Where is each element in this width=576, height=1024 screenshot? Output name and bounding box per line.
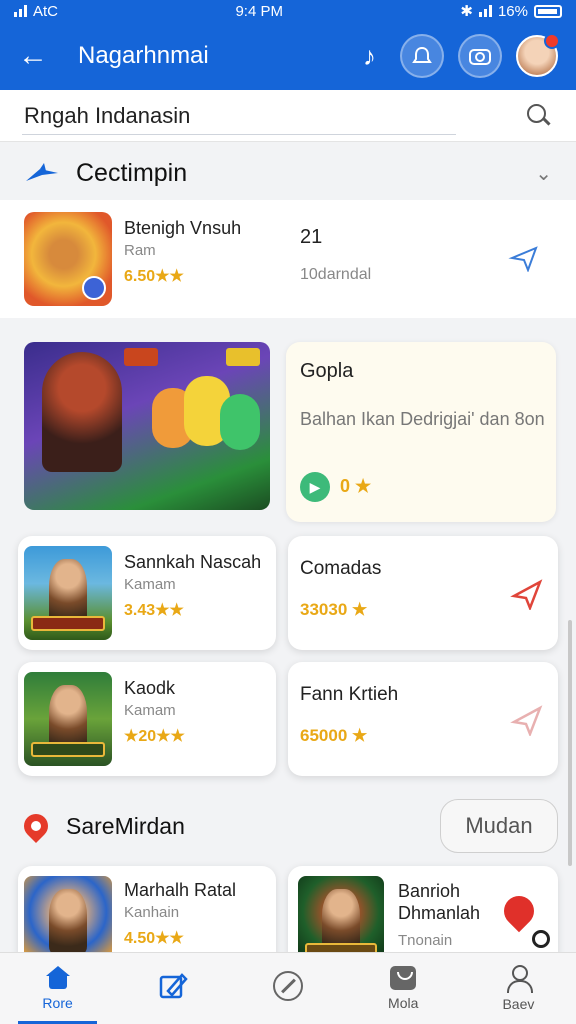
bell-icon[interactable] bbox=[400, 34, 444, 78]
search-input[interactable] bbox=[24, 102, 526, 129]
nav-home[interactable]: Rore bbox=[0, 953, 115, 1024]
game-thumbnail bbox=[24, 672, 112, 766]
game-name: Sannkah Nascah bbox=[124, 552, 262, 572]
clock: 9:4 PM bbox=[235, 2, 283, 20]
badge bbox=[226, 348, 260, 366]
game-thumbnail bbox=[24, 546, 112, 640]
more-button[interactable]: Mudan bbox=[440, 799, 558, 853]
app-subtitle: Ram bbox=[124, 242, 156, 259]
game-thumbnail bbox=[298, 876, 384, 952]
page-title: Nagarhnmai bbox=[78, 42, 209, 69]
carrier-label: AtC bbox=[33, 2, 59, 20]
avatar[interactable] bbox=[516, 33, 560, 77]
recommend-header: SareMirdan Mudan bbox=[19, 798, 558, 854]
featured-card[interactable]: Gopla Balhan Ikan Dedrigjai' dan 8on ▶ 0… bbox=[286, 342, 556, 522]
nav-profile[interactable]: Baev bbox=[461, 953, 576, 1024]
app-count: 21 bbox=[300, 226, 323, 248]
edit-icon bbox=[159, 973, 188, 999]
featured-description: Balhan Ikan Dedrigjai' dan 8on bbox=[300, 409, 545, 429]
nav-label: Rore bbox=[42, 995, 73, 1011]
compass-icon bbox=[273, 971, 303, 1001]
featured-rating: 0 ★ bbox=[340, 476, 372, 496]
section-header[interactable]: Cectimpin ⌄ bbox=[0, 146, 576, 200]
game-card[interactable]: Fann Krtieh 65000 ★ bbox=[288, 662, 558, 776]
battery-icon bbox=[534, 4, 562, 18]
bluetooth-icon: ✱ bbox=[460, 3, 473, 20]
app-meta: 10darndal bbox=[300, 266, 372, 283]
game-name: Fann Krtieh bbox=[300, 684, 399, 705]
section-title: Cectimpin bbox=[76, 158, 188, 187]
music-note-icon[interactable]: ♪ bbox=[363, 41, 376, 72]
signal-icon bbox=[14, 5, 27, 17]
app-bar: ← Nagarhnmai ♪ bbox=[0, 22, 576, 90]
search-underline bbox=[22, 134, 456, 135]
pinwheel-icon bbox=[26, 163, 58, 181]
game-subtitle: Kanhain bbox=[124, 904, 180, 921]
featured-game-banner[interactable] bbox=[24, 342, 270, 510]
game-name: Marhalh Ratal bbox=[124, 880, 237, 900]
game-name: Banrioh Dhmanlah bbox=[398, 881, 481, 923]
game-rating: 33030 ★ bbox=[300, 600, 368, 619]
app-thumbnail bbox=[24, 212, 112, 306]
pin-outline-icon[interactable] bbox=[508, 244, 540, 272]
game-rating: ★20★★ bbox=[124, 728, 185, 745]
bottom-nav: Rore Mola Baev bbox=[0, 952, 576, 1024]
app-name: Btenigh Vnsuh bbox=[124, 218, 242, 238]
nav-store[interactable]: Mola bbox=[346, 953, 461, 1024]
bag-icon bbox=[390, 966, 417, 990]
profile-icon bbox=[505, 965, 534, 993]
battery-percent: 16% bbox=[497, 2, 528, 20]
record-icon[interactable] bbox=[532, 930, 550, 948]
home-icon bbox=[45, 966, 71, 990]
send-icon[interactable] bbox=[510, 704, 544, 736]
game-card[interactable]: Marhalh Ratal Kanhain 4.50★★ bbox=[18, 866, 276, 952]
hero-figure bbox=[42, 352, 122, 472]
game-thumbnail bbox=[24, 876, 112, 952]
nav-explore[interactable] bbox=[230, 953, 345, 1024]
game-subtitle: Kamam bbox=[124, 576, 176, 593]
featured-title: Gopla bbox=[300, 360, 354, 382]
game-subtitle: Tnonain bbox=[398, 932, 453, 949]
camera-icon[interactable] bbox=[458, 34, 502, 78]
nav-edit[interactable] bbox=[115, 953, 230, 1024]
status-bar: AtC 9:4 PM ✱ 16% bbox=[0, 0, 576, 22]
game-subtitle: Kamam bbox=[124, 702, 176, 719]
game-rating: 3.43★★ bbox=[124, 602, 184, 619]
character-figure bbox=[220, 394, 260, 450]
game-card[interactable]: Comadas 33030 ★ bbox=[288, 536, 558, 650]
play-store-icon: ▶ bbox=[300, 472, 330, 502]
game-rating: 4.50★★ bbox=[124, 930, 184, 947]
location-pin-icon bbox=[19, 809, 53, 843]
badge bbox=[124, 348, 158, 366]
game-card[interactable]: Kaodk Kamam ★20★★ bbox=[18, 662, 276, 776]
search-bar bbox=[0, 90, 576, 142]
search-icon[interactable] bbox=[526, 103, 552, 129]
recommend-title: SareMirdan bbox=[66, 812, 185, 839]
list-item[interactable]: Btenigh Vnsuh Ram 6.50★★ 21 10darndal bbox=[0, 200, 576, 318]
chevron-down-icon[interactable]: ⌄ bbox=[535, 161, 552, 186]
back-arrow-icon[interactable]: ← bbox=[18, 41, 54, 71]
game-rating: 65000 ★ bbox=[300, 726, 368, 745]
nav-label: Baev bbox=[502, 996, 535, 1012]
game-card[interactable]: Banrioh Dhmanlah Tnonain bbox=[288, 866, 558, 952]
game-name: Comadas bbox=[300, 558, 382, 579]
content-list[interactable]: Btenigh Vnsuh Ram 6.50★★ 21 10darndal Go… bbox=[0, 200, 576, 952]
signal-icon-right bbox=[478, 5, 492, 17]
game-card[interactable]: Sannkah Nascah Kamam 3.43★★ bbox=[18, 536, 276, 650]
scrollbar[interactable] bbox=[568, 620, 572, 866]
nav-label: Mola bbox=[388, 995, 419, 1011]
send-icon[interactable] bbox=[510, 578, 544, 610]
app-rating: 6.50★★ bbox=[124, 268, 184, 285]
game-name: Kaodk bbox=[124, 678, 176, 698]
